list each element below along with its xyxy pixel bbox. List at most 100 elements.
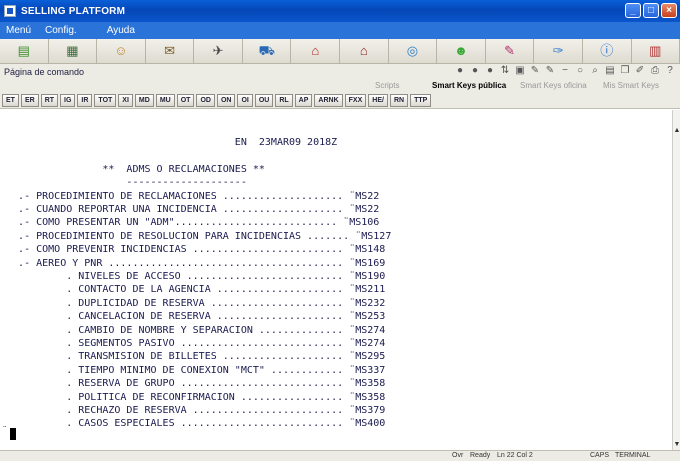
toolbar-button[interactable]: ✑ [534, 39, 583, 63]
toolbar-button[interactable]: ☻ [437, 39, 486, 63]
tab-scripts[interactable]: Scripts [375, 80, 399, 92]
folder-icon[interactable]: ▣ [514, 65, 526, 77]
status-mode: Ovr [452, 452, 464, 459]
terminal-line: .- COMO PREVENIR INCIDENCIAS ...........… [0, 244, 386, 256]
minimize-button[interactable]: _ [625, 3, 641, 18]
help-icon[interactable]: ? [664, 65, 676, 77]
airplane-icon: ✈ [212, 43, 224, 58]
toolbar-button[interactable]: ✎ [486, 39, 535, 63]
command-page-label: Página de comando [4, 67, 85, 77]
toolbar-button[interactable]: ⌂ [291, 39, 341, 63]
scroll-up-icon[interactable]: ▲ [673, 126, 680, 136]
function-key-button[interactable]: OU [254, 93, 274, 107]
pencil-icon: ✎ [504, 43, 516, 58]
emoticon-icon: ☻ [454, 43, 468, 58]
maximize-button[interactable]: □ [643, 3, 659, 18]
toolbar-button[interactable]: ✈ [194, 39, 243, 63]
circle-icon[interactable]: ○ [574, 65, 586, 77]
function-key-button[interactable]: OD [196, 93, 215, 107]
terminal-line: ** ADMS O RECLAMACIONES ** [0, 163, 265, 175]
status-position: Ln 22 Col 2 [497, 452, 533, 459]
command-terminal[interactable]: EN 23MAR09 2018Z ** ADMS O RECLAMACIONES… [0, 110, 672, 461]
toolbar-button[interactable]: ✉ [146, 39, 195, 63]
function-key-button[interactable]: RN [389, 93, 409, 107]
menu-bar: Menú Config. Ayuda [0, 22, 680, 39]
toolbar-button[interactable]: ▦ [49, 39, 98, 63]
document-icon[interactable]: ▤ [604, 65, 616, 77]
function-key-button[interactable]: ET [2, 93, 19, 107]
toolbar-button[interactable]: ⌂ [340, 39, 389, 63]
menu-config[interactable]: Config. [45, 25, 77, 36]
tab-my-smart-keys[interactable]: Mis Smart Keys [603, 80, 659, 92]
function-key-button[interactable]: IG [60, 93, 76, 107]
terminal-line: . RECHAZO DE RESERVA ...................… [0, 405, 386, 416]
sort-icon[interactable]: ⇅ [499, 65, 511, 77]
circle-icon[interactable]: ● [469, 65, 481, 77]
function-key-button[interactable]: RT [40, 93, 59, 107]
terminal-line: . TRANSMISION DE BILLETES ..............… [0, 351, 386, 363]
status-ready: Ready [470, 452, 491, 459]
person-icon: ☺ [114, 43, 128, 58]
pencil-icon[interactable]: ✎ [544, 65, 556, 77]
function-key-button[interactable]: ARNK [314, 93, 343, 107]
terminal-line: EN 23MAR09 2018Z [0, 137, 338, 148]
queue-icon: ▦ [66, 43, 79, 58]
pencil-icon[interactable]: ✎ [529, 65, 541, 77]
vertical-scrollbar[interactable]: ▲ ▼ [672, 110, 680, 450]
toolbar-button[interactable]: ◎ [389, 39, 438, 63]
function-key-button[interactable]: XI [118, 93, 133, 107]
terminal-line: . DUPLICIDAD DE RESERVA ................… [0, 297, 386, 309]
minus-icon[interactable]: − [559, 65, 571, 77]
function-key-button[interactable]: TOT [94, 93, 117, 107]
function-key-button[interactable]: OT [176, 93, 195, 107]
globe-icon: ◎ [406, 43, 419, 58]
function-key-button[interactable]: ON [216, 93, 236, 107]
scroll-icon: ✑ [552, 43, 564, 58]
close-button[interactable]: × [661, 3, 677, 18]
status-bar: Ovr Ready Ln 22 Col 2 CAPS TERMINAL [0, 450, 680, 461]
terminal-line: . SEGMENTOS PASIVO .....................… [0, 338, 386, 349]
toolbar-button[interactable]: ▤ [0, 39, 49, 63]
menu-menu[interactable]: Menú [6, 25, 31, 36]
terminal-line: .- PROCEDIMIENTO DE RECLAMACIONES ......… [0, 190, 380, 202]
scroll-down-icon[interactable]: ▼ [673, 440, 680, 450]
function-key-button[interactable]: MU [155, 93, 175, 107]
toolbar-button[interactable]: ☺ [97, 39, 146, 63]
menu-help[interactable]: Ayuda [107, 25, 135, 36]
bank-icon: ▥ [649, 43, 662, 58]
function-key-button[interactable]: ER [20, 93, 39, 107]
toolbar-button[interactable]: ⓘ [583, 39, 632, 63]
tab-public-smart-keys[interactable]: Smart Keys pública [432, 80, 506, 92]
edit-icon[interactable]: ✐ [634, 65, 646, 77]
icon-toolbar: ▤ ▦ ☺ ✉ ✈ ⛟ ⌂ ⌂ ◎ ☻ ✎ ✑ ⓘ ▥ [0, 39, 680, 64]
tab-office-smart-keys[interactable]: Smart Keys oficina [520, 80, 587, 92]
car-icon: ⛟ [258, 43, 276, 58]
toolbar-button[interactable]: ▥ [632, 39, 680, 63]
status-caps: CAPS [590, 452, 610, 459]
command-page-bar: Página de comando ● ● ● ⇅ ▣ ✎ ✎ − ○ ⌕ ▤ … [0, 64, 680, 80]
terminal-line: . RESERVA DE GRUPO .....................… [0, 378, 386, 390]
suitcase-icon: ✉ [164, 43, 175, 58]
function-key-button[interactable]: FXX [344, 93, 367, 107]
toolbar-button[interactable]: ⛟ [243, 39, 292, 63]
function-key-button[interactable]: HE/ [368, 93, 388, 107]
smart-keys-tabs: Scripts Smart Keys pública Smart Keys of… [0, 80, 680, 92]
copy-icon[interactable]: ❐ [619, 65, 631, 77]
search-icon[interactable]: ⌕ [589, 65, 601, 77]
terminal-line: . NIVELES DE ACCESO ....................… [0, 271, 386, 282]
terminal-line: . CANCELACION DE RESERVA ...............… [0, 311, 386, 323]
function-key-button[interactable]: TTP [410, 93, 432, 107]
function-key-button[interactable]: AP [294, 93, 313, 107]
circle-icon[interactable]: ● [454, 65, 466, 77]
function-key-button[interactable]: RL [275, 93, 293, 107]
app-icon [4, 5, 16, 17]
function-key-button[interactable]: IR [77, 93, 93, 107]
print-icon[interactable]: ⎙ [649, 65, 661, 77]
circle-icon[interactable]: ● [484, 65, 496, 77]
terminal-line: .- CUANDO REPORTAR UNA INCIDENCIA ......… [0, 204, 380, 215]
terminal-line: . CONTACTO DE LA AGENCIA ...............… [0, 284, 386, 296]
function-key-button[interactable]: OI [237, 93, 253, 107]
function-key-button[interactable]: MD [134, 93, 154, 107]
terminal-line: . POLITICA DE RECONFIRMACION ...........… [0, 391, 386, 403]
status-terminal: TERMINAL [615, 452, 651, 459]
